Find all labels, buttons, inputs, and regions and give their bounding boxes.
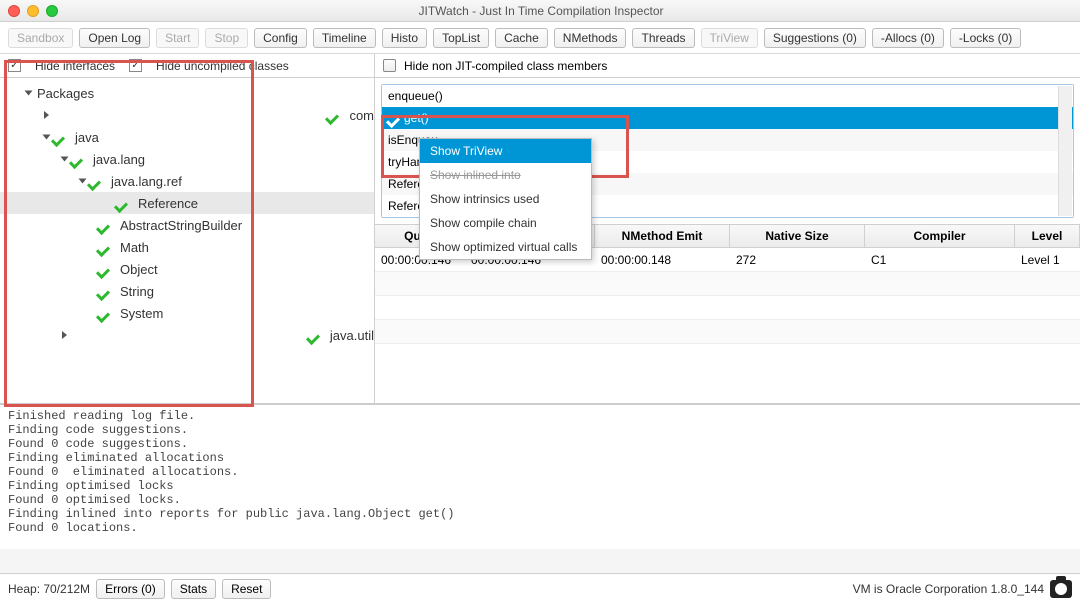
log-console[interactable]: Finished reading log file. Finding code …: [0, 404, 1080, 549]
check-icon: [98, 219, 114, 231]
minimize-icon[interactable]: [27, 5, 39, 17]
hide-nonjit-label: Hide non JIT-compiled class members: [404, 59, 607, 73]
method-enqueue[interactable]: enqueue(): [388, 89, 443, 103]
start-button[interactable]: Start: [156, 28, 199, 48]
col-compiler[interactable]: Compiler: [865, 225, 1015, 247]
tree-system[interactable]: System: [118, 306, 163, 321]
tree-javalangref[interactable]: java.lang.ref: [109, 174, 182, 189]
method-get[interactable]: get(): [404, 111, 429, 125]
window-title: JITWatch - Just In Time Compilation Insp…: [58, 4, 1072, 18]
tree-javautil[interactable]: java.util: [328, 328, 374, 343]
chevron-down-icon[interactable]: [61, 157, 69, 162]
check-icon: [71, 153, 87, 165]
tree-reference[interactable]: Reference: [136, 196, 198, 211]
tree-java[interactable]: java: [73, 130, 99, 145]
chevron-down-icon[interactable]: [79, 179, 87, 184]
check-icon: [98, 285, 114, 297]
ctx-chain[interactable]: Show compile chain: [420, 211, 591, 235]
locks-button[interactable]: -Locks (0): [950, 28, 1021, 48]
cell-native: 272: [730, 248, 865, 271]
check-icon: [98, 307, 114, 319]
col-level[interactable]: Level: [1015, 225, 1080, 247]
chevron-down-icon[interactable]: [25, 91, 33, 96]
toolbar: Sandbox Open Log Start Stop Config Timel…: [0, 22, 1080, 54]
traffic-lights: [8, 5, 58, 17]
reset-button[interactable]: Reset: [222, 579, 271, 599]
cell-nmethod: 00:00:00.148: [595, 248, 730, 271]
ctx-triview[interactable]: Show TriView: [420, 139, 591, 163]
cell-level: Level 1: [1015, 248, 1080, 271]
close-icon[interactable]: [8, 5, 20, 17]
tree-string[interactable]: String: [118, 284, 154, 299]
packages-panel: Hide interfaces Hide uncompiled classes …: [0, 54, 375, 403]
check-icon: [388, 112, 404, 124]
status-bar: Heap: 70/212M Errors (0) Stats Reset VM …: [0, 573, 1080, 603]
vm-label: VM is Oracle Corporation 1.8.0_144: [853, 582, 1044, 596]
cache-button[interactable]: Cache: [495, 28, 548, 48]
triview-button[interactable]: TriView: [701, 28, 758, 48]
toplist-button[interactable]: TopList: [433, 28, 489, 48]
col-nmethod[interactable]: NMethod Emit: [595, 225, 730, 247]
check-icon: [327, 109, 343, 121]
scrollbar[interactable]: [1058, 86, 1072, 216]
hide-uncompiled-label: Hide uncompiled classes: [156, 59, 289, 73]
chevron-right-icon[interactable]: [62, 331, 304, 339]
heap-label: Heap: 70/212M: [8, 582, 90, 596]
col-native[interactable]: Native Size: [730, 225, 865, 247]
check-icon: [98, 263, 114, 275]
ctx-inlined[interactable]: Show inlined into: [420, 163, 591, 187]
check-icon: [116, 197, 132, 209]
check-icon: [89, 175, 105, 187]
tree-asb[interactable]: AbstractStringBuilder: [118, 218, 242, 233]
config-button[interactable]: Config: [254, 28, 307, 48]
chevron-right-icon[interactable]: [44, 111, 323, 119]
suggestions-button[interactable]: Suggestions (0): [764, 28, 866, 48]
threads-button[interactable]: Threads: [632, 28, 694, 48]
packages-root[interactable]: Packages: [35, 86, 94, 101]
check-icon: [53, 131, 69, 143]
nmethods-button[interactable]: NMethods: [554, 28, 627, 48]
context-menu[interactable]: Show TriView Show inlined into Show intr…: [419, 138, 592, 260]
sandbox-button[interactable]: Sandbox: [8, 28, 73, 48]
check-icon: [98, 241, 114, 253]
package-tree[interactable]: Packages com java java.lang java.lang.re…: [0, 78, 374, 350]
hide-uncompiled-checkbox[interactable]: [129, 59, 142, 72]
check-icon: [308, 329, 324, 341]
timeline-button[interactable]: Timeline: [313, 28, 376, 48]
openlog-button[interactable]: Open Log: [79, 28, 150, 48]
stop-button[interactable]: Stop: [205, 28, 248, 48]
hide-interfaces-label: Hide interfaces: [35, 59, 115, 73]
ctx-virtual[interactable]: Show optimized virtual calls: [420, 235, 591, 259]
stats-button[interactable]: Stats: [171, 579, 216, 599]
errors-button[interactable]: Errors (0): [96, 579, 165, 599]
histo-button[interactable]: Histo: [382, 28, 427, 48]
hide-interfaces-checkbox[interactable]: [8, 59, 21, 72]
tree-com[interactable]: com: [347, 108, 374, 123]
hide-nonjit-checkbox[interactable]: [383, 59, 396, 72]
camera-icon[interactable]: [1050, 580, 1072, 598]
chevron-down-icon[interactable]: [43, 135, 51, 140]
titlebar: JITWatch - Just In Time Compilation Insp…: [0, 0, 1080, 22]
tree-math[interactable]: Math: [118, 240, 149, 255]
cell-compiler: C1: [865, 248, 1015, 271]
allocs-button[interactable]: -Allocs (0): [872, 28, 944, 48]
ctx-intrinsics[interactable]: Show intrinsics used: [420, 187, 591, 211]
maximize-icon[interactable]: [46, 5, 58, 17]
tree-object[interactable]: Object: [118, 262, 158, 277]
tree-javalang[interactable]: java.lang: [91, 152, 145, 167]
